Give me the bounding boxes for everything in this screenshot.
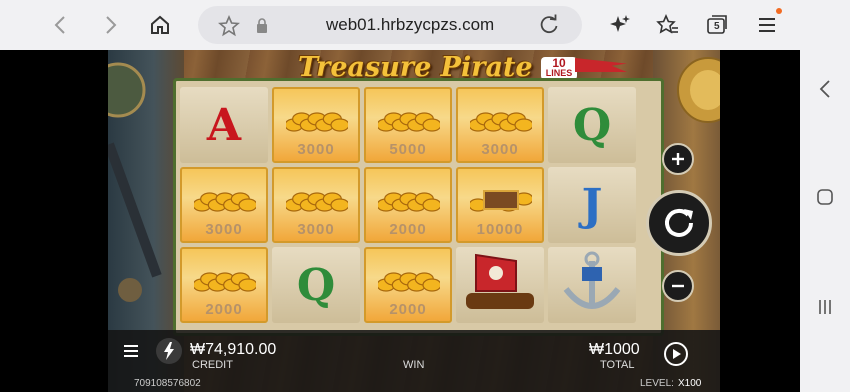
reel-3-row-1-symbol: 5000 [364,87,452,163]
gold-coins-icon [378,272,440,292]
win-label: WIN [403,359,425,371]
lines-label: LINES [545,68,573,78]
session-id: 709108576802 [134,378,201,389]
reel-3-row-2-symbol: 2000 [364,167,452,243]
symbol-value: 2000 [205,301,243,318]
credit-label: CREDIT [192,359,233,371]
symbol-value: 3000 [297,141,335,158]
letter-symbol: Q [296,259,336,311]
tab-count: 5 [714,21,720,32]
bookmark-star-icon[interactable] [218,15,240,37]
gold-coins-icon [470,112,532,132]
gold-coins-icon [194,272,256,292]
game-menu-icon [124,345,138,357]
reel-4-row-3-symbol [456,247,544,323]
menu-button[interactable] [752,8,782,40]
credit-value: ₩74,910.00 [190,341,277,358]
reel-2-row-3-symbol: Q [272,247,360,323]
hamburger-menu-icon [759,18,775,32]
address-bar[interactable]: web01.hrbzycpzs.com [198,6,582,44]
sparkle-icon [610,15,630,32]
reel-5-row-2-symbol: J [548,167,636,243]
minus-icon [672,284,684,288]
turbo-button[interactable] [156,338,182,364]
game-menu-button[interactable] [122,343,140,364]
lines-badge: 10 LINES [541,57,577,80]
reel-frame: A 3000 2000 3000 3000 Q 5000 2000 2000 3000 10000 Q… [173,78,664,336]
forward-arrow-icon [106,16,117,34]
game-status-bar: ₩74,910.00 CREDIT WIN ₩1000 TOTAL 709108… [108,330,720,392]
lock-icon [257,18,267,33]
url-text: web01.hrbzycpzs.com [326,15,495,34]
reel-5-row-1-symbol: Q [548,87,636,163]
letter-symbol: A [206,99,242,151]
back-arrow-icon [54,16,65,34]
symbol-value: 2000 [389,221,427,238]
symbol-value: 10000 [476,221,524,238]
ai-assist-button[interactable] [605,10,635,40]
reel-2-row-1-symbol: 3000 [272,87,360,163]
star-list-icon [656,14,678,34]
gold-coins-icon [378,112,440,132]
tabs-button[interactable]: 5 [702,10,732,40]
total-bet-value: ₩1000 [589,341,640,358]
increase-bet-button[interactable] [662,143,694,175]
nav-back-icon[interactable] [818,80,832,98]
gold-coins-icon [286,112,348,132]
anchor-icon [563,251,621,309]
symbol-value: 3000 [297,221,335,238]
symbol-value: 3000 [481,141,519,158]
nav-home-icon[interactable] [816,188,834,206]
home-icon [151,15,169,34]
gold-coins-icon [378,192,440,212]
level-value: X100 [678,378,702,389]
reel-2-row-2-symbol: 3000 [272,167,360,243]
reel-1-row-3-symbol: 2000 [180,247,268,323]
reel-5-row-3-symbol [548,247,636,323]
autoplay-button[interactable] [664,342,688,366]
decrease-bet-button[interactable] [662,270,694,302]
pirate-ship-icon [466,253,534,309]
symbol-value: 2000 [389,301,427,318]
lines-count: 10 [552,56,566,70]
reel-3-row-3-symbol: 2000 [364,247,452,323]
treasure-chest-icon [470,190,532,212]
reel-1-row-1-symbol: A [180,87,268,163]
nav-recents-icon[interactable] [816,298,834,316]
back-button[interactable] [45,10,75,40]
reload-icon[interactable] [538,14,560,36]
plus-icon [672,153,684,165]
reel-4-row-2-symbol: 10000 [456,167,544,243]
browser-toolbar: web01.hrbzycpzs.com 5 [0,0,850,50]
total-label: TOTAL [600,359,635,371]
symbol-value: 3000 [205,221,243,238]
spin-icon [665,208,693,237]
gold-coins-icon [286,192,348,212]
level-label: LEVEL: [640,378,674,389]
gold-coins-icon [194,192,256,212]
reel-4-row-1-symbol: 3000 [456,87,544,163]
home-button[interactable] [145,10,175,40]
letter-symbol: J [581,179,603,231]
letter-symbol: Q [572,99,612,151]
spin-button[interactable] [646,190,712,256]
notification-dot [776,8,782,14]
system-nav-rail [800,50,850,392]
reel-1-row-2-symbol: 3000 [180,167,268,243]
lightning-icon [164,342,174,360]
autoplay-icon [673,349,681,359]
forward-button[interactable] [96,10,126,40]
bookmarks-button[interactable] [653,10,683,40]
symbol-value: 5000 [389,141,427,158]
